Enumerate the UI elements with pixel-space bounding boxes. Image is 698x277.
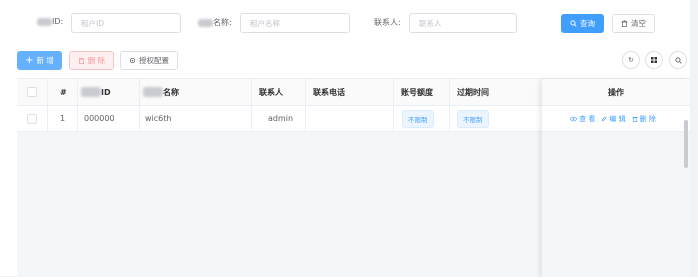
select-all-checkbox[interactable] [27, 87, 37, 97]
header-index: # [60, 87, 67, 97]
column-divider [393, 79, 394, 131]
header-select-all[interactable] [17, 79, 47, 105]
search-icon [570, 20, 577, 27]
redacted-text [81, 87, 101, 97]
tenant-name-label: 名称: [198, 17, 232, 28]
vertical-scrollbar[interactable] [684, 120, 688, 168]
delete-label: 删 除 [87, 56, 106, 65]
trash-icon [621, 20, 628, 27]
edit-icon [602, 115, 607, 121]
delete-button[interactable]: 删 除 [69, 51, 114, 70]
columns-button[interactable] [645, 51, 663, 69]
main-panel: ID: 租户ID 名称: 租户名称 联系人: 联系人 查询 清空 + 新 增 删… [0, 0, 690, 277]
header-tenant-name: 名称 [139, 79, 251, 105]
tenant-table: # ID 名称 联系人 联系电话 账号额度 过期时间 1 000000 wic6… [17, 78, 690, 277]
clear-label: 清空 [631, 19, 646, 28]
add-button[interactable]: + 新 增 [17, 51, 62, 70]
row-contact: admin [268, 114, 294, 123]
clear-button[interactable]: 清空 [612, 14, 655, 33]
tenant-id-label: ID: [37, 17, 63, 26]
edit-label: 编 辑 [609, 114, 626, 123]
row-tenant-id: 000000 [84, 114, 115, 123]
row-delete-link[interactable]: 删 除 [632, 114, 656, 124]
gear-icon [129, 57, 136, 64]
row-actions: 查 看 编 辑 删 除 [542, 106, 690, 132]
plus-icon: + [25, 54, 34, 66]
redacted-text [37, 17, 52, 26]
search-toggle-button[interactable] [669, 51, 687, 69]
column-divider [77, 79, 78, 131]
search-form: ID: 租户ID 名称: 租户名称 联系人: 联系人 查询 清空 [0, 13, 690, 35]
actions-column: 操作 查 看 编 辑 删 除 [542, 79, 690, 277]
column-divider [139, 79, 140, 131]
add-label: 新 增 [36, 56, 54, 65]
column-divider [449, 79, 450, 131]
auth-config-label: 授权配置 [139, 56, 169, 65]
column-divider [305, 79, 306, 131]
query-button[interactable]: 查询 [561, 14, 604, 33]
header-contact: 联系人 [259, 87, 283, 97]
row-select[interactable] [17, 106, 47, 131]
row-tenant-name: wic6th [145, 114, 172, 123]
edit-link[interactable]: 编 辑 [601, 114, 626, 124]
view-label: 查 看 [579, 114, 596, 123]
column-divider [47, 79, 48, 131]
eye-icon [570, 116, 578, 121]
redacted-text [143, 87, 163, 97]
row-checkbox[interactable] [27, 113, 37, 124]
view-link[interactable]: 查 看 [570, 114, 595, 124]
auth-config-button[interactable]: 授权配置 [120, 51, 178, 70]
query-label: 查询 [580, 19, 595, 28]
trash-icon [78, 58, 85, 64]
grid-icon [651, 57, 657, 63]
refresh-icon: ↻ [628, 56, 634, 64]
search-icon [674, 56, 682, 64]
header-quota: 账号额度 [401, 87, 433, 97]
row-index: 1 [60, 114, 66, 123]
row-delete-label: 删 除 [639, 114, 656, 123]
row-expire: 不限制 [449, 106, 542, 131]
contact-label: 联系人: [374, 18, 401, 27]
contact-input[interactable]: 联系人 [409, 13, 517, 33]
refresh-button[interactable]: ↻ [622, 51, 640, 69]
row-quota: 不限制 [393, 106, 449, 131]
tenant-name-input[interactable]: 租户名称 [240, 13, 350, 33]
column-divider [251, 79, 252, 131]
header-tenant-id: ID [77, 79, 139, 105]
trash-icon [632, 116, 638, 122]
expire-tag: 不限制 [457, 109, 489, 128]
header-expire: 过期时间 [457, 87, 489, 97]
header-phone: 联系电话 [313, 87, 345, 97]
row-phone [305, 106, 393, 131]
header-actions: 操作 [542, 79, 690, 106]
redacted-text [198, 18, 213, 27]
tenant-id-input[interactable]: 租户ID [71, 13, 181, 33]
quota-tag: 不限制 [402, 109, 434, 128]
